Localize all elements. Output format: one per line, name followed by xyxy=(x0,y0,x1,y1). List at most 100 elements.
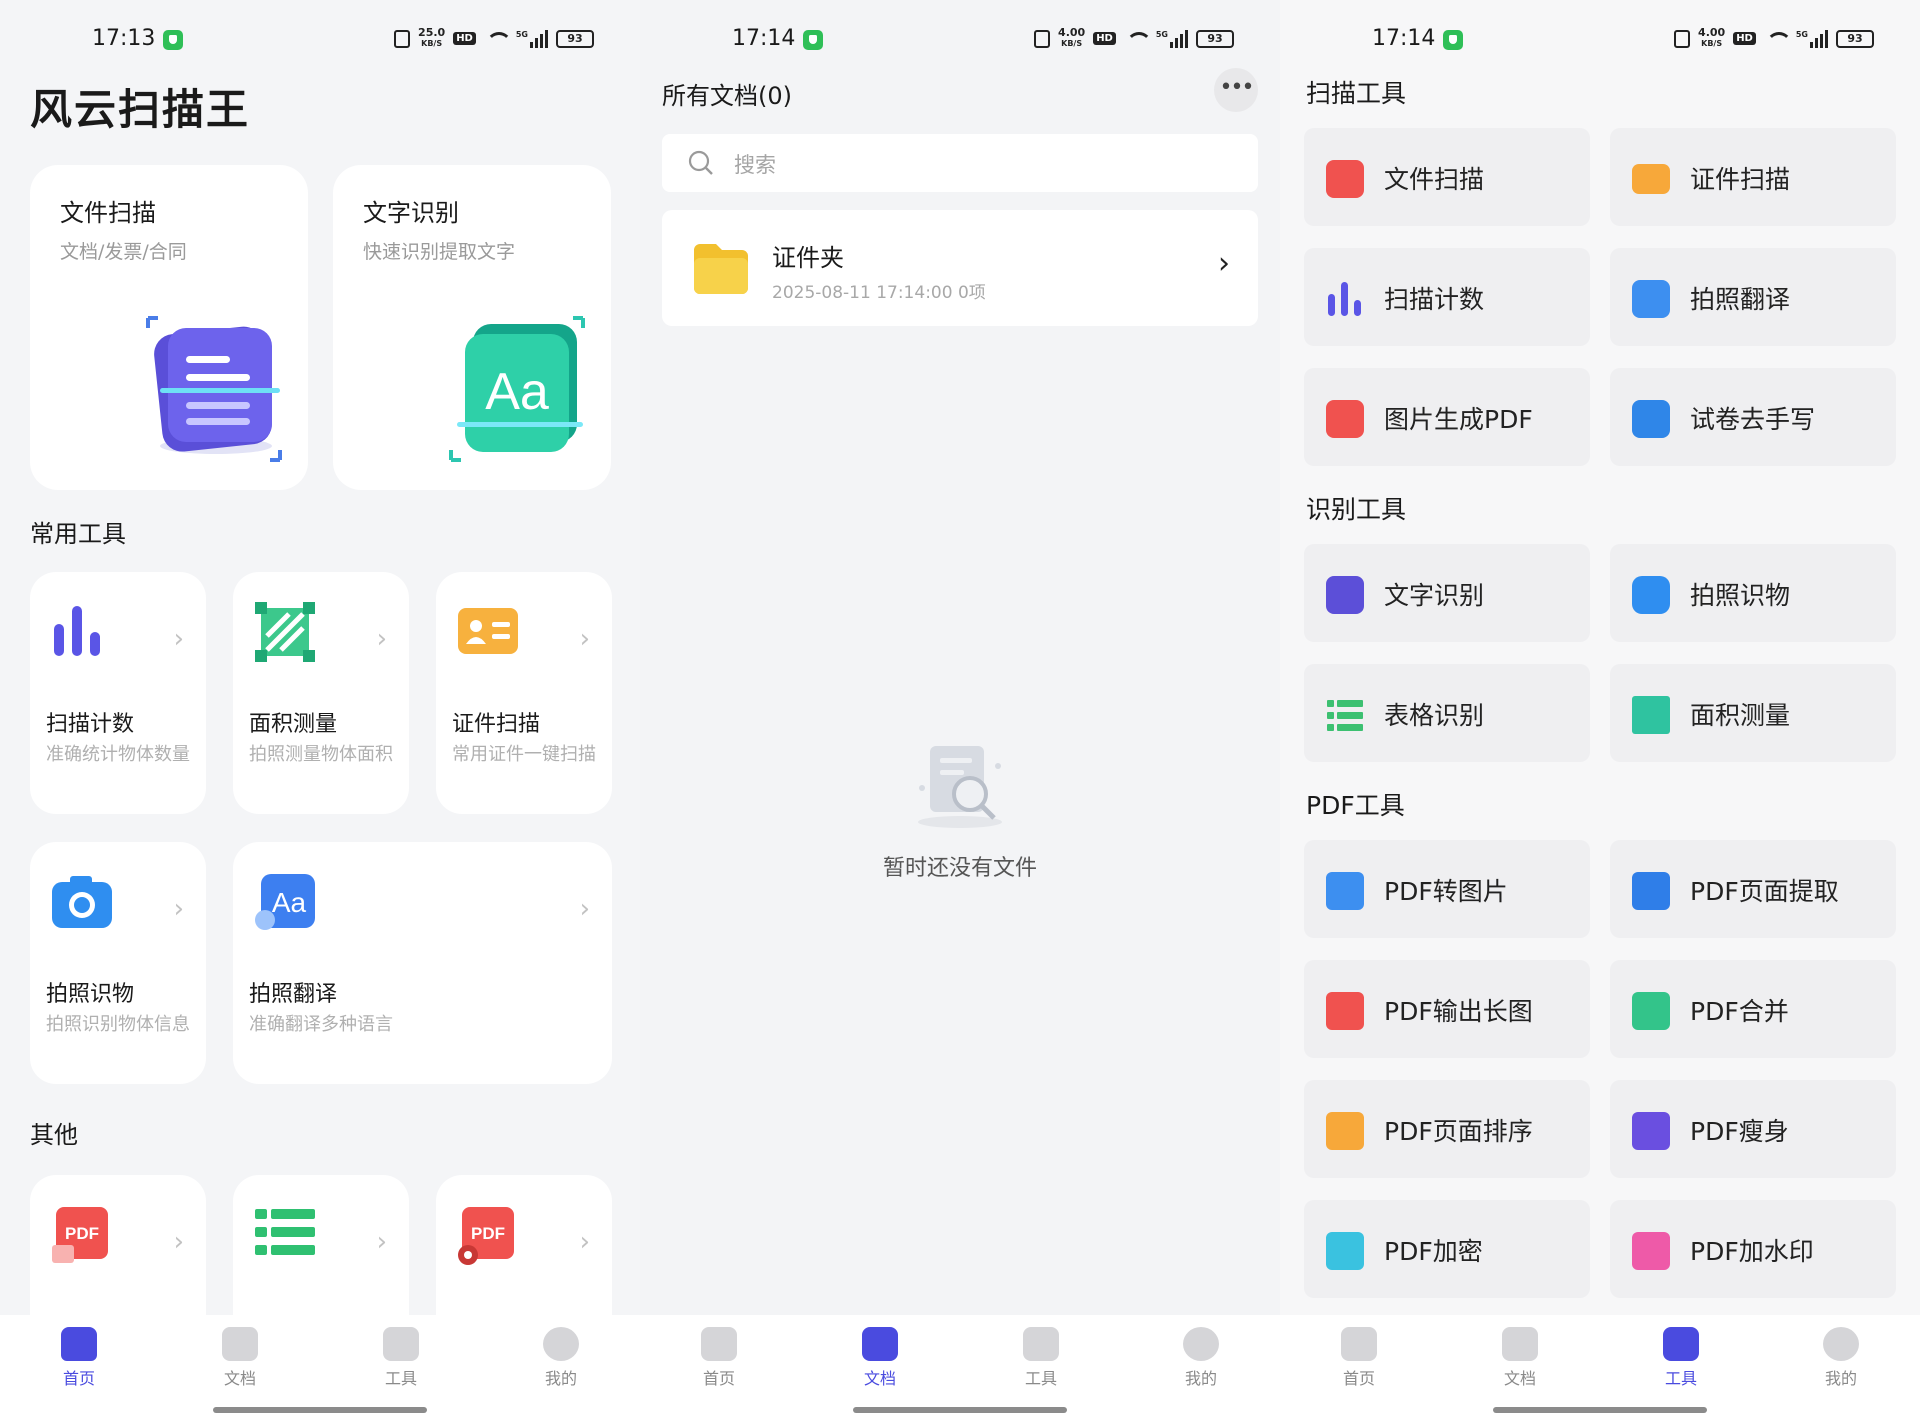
status-bar: 17:14 4.00 KB/S HD 5G 93 xyxy=(1280,0,1920,80)
bar-chart-icon xyxy=(54,606,100,656)
nav-tools[interactable]: 工具 xyxy=(356,1327,446,1389)
hero-title: 文件扫描 xyxy=(60,199,156,227)
nav-profile[interactable]: 我的 xyxy=(1796,1327,1886,1389)
home-icon xyxy=(1341,1327,1377,1361)
search-input[interactable]: 搜索 xyxy=(662,134,1258,192)
table-icon xyxy=(1327,700,1363,731)
folder-icon xyxy=(862,1327,898,1361)
hero-subtitle: 快速识别提取文字 xyxy=(363,241,516,263)
profile-icon xyxy=(1183,1327,1219,1361)
tool-table-recognition[interactable]: 表格识别 xyxy=(1304,664,1590,762)
hero-card-text-recognition[interactable]: 文字识别 快速识别提取文字 Aa xyxy=(333,165,611,490)
table-icon xyxy=(255,1209,315,1255)
id-card-icon xyxy=(458,608,518,654)
nav-docs[interactable]: 文档 xyxy=(1475,1327,1565,1389)
status-time: 17:14 xyxy=(1372,26,1436,51)
nav-docs[interactable]: 文档 xyxy=(835,1327,925,1389)
camera-icon xyxy=(1632,576,1670,614)
folder-name: 证件夹 xyxy=(772,244,844,272)
tool-area-measure[interactable]: 面积测量 xyxy=(1610,664,1896,762)
folder-item[interactable]: 证件夹 2025-08-11 17:14:00 0项 › xyxy=(662,210,1258,326)
vibrate-icon xyxy=(1034,29,1051,48)
tool-title: 拍照翻译 xyxy=(249,982,338,1007)
tool-scan-count[interactable]: 扫描计数 xyxy=(1304,248,1590,346)
gesture-bar xyxy=(213,1407,427,1413)
nav-tools[interactable]: 工具 xyxy=(996,1327,1086,1389)
tool-title: 面积测量 xyxy=(249,712,338,737)
svg-text:Aa: Aa xyxy=(485,363,549,421)
security-shield-icon xyxy=(163,30,183,50)
section-title-other: 其他 xyxy=(30,1121,78,1149)
nav-home[interactable]: 首页 xyxy=(674,1327,764,1389)
tools-icon xyxy=(1023,1327,1059,1361)
hero-card-doc-scan[interactable]: 文件扫描 文档/发票/合同 xyxy=(30,165,308,490)
translate-icon xyxy=(1632,280,1670,318)
status-time: 17:14 xyxy=(732,26,796,51)
svg-text:Aa: Aa xyxy=(272,887,307,918)
tool-pdf-long-image[interactable]: PDF输出长图 xyxy=(1304,960,1590,1058)
tool-pdf-merge[interactable]: PDF合并 xyxy=(1610,960,1896,1058)
pdf-to-image-icon xyxy=(1326,872,1364,910)
search-placeholder: 搜索 xyxy=(734,153,776,177)
folder-icon xyxy=(222,1327,258,1361)
tool-card-id-scan[interactable]: › 证件扫描 常用证件一键扫描 xyxy=(436,572,612,814)
wifi-icon xyxy=(1764,30,1792,48)
documents-screen: 17:14 4.00KB/S HD 5G 93 所有文档(0) ••• 搜索 xyxy=(640,0,1280,1423)
folder-icon xyxy=(694,244,748,294)
empty-state-text: 暂时还没有文件 xyxy=(882,856,1037,881)
search-icon xyxy=(688,150,713,175)
home-screen: 17:13 25.0 KB/S HD 5G 93 风云扫描王 文件扫描 文档/发票… xyxy=(0,0,640,1423)
hd-badge: HD xyxy=(1733,32,1756,45)
pdf-encrypt-icon xyxy=(1326,1232,1364,1270)
exam-icon xyxy=(1632,400,1670,438)
area-measure-icon xyxy=(1632,696,1670,734)
tools-icon xyxy=(1663,1327,1699,1361)
tool-image-to-pdf[interactable]: 图片生成PDF xyxy=(1304,368,1590,466)
nav-profile[interactable]: 我的 xyxy=(516,1327,606,1389)
home-icon xyxy=(61,1327,97,1361)
profile-icon xyxy=(1823,1327,1859,1361)
text-recognition-illustration-icon: Aa xyxy=(449,316,585,462)
tool-text-recognition[interactable]: 文字识别 xyxy=(1304,544,1590,642)
chevron-right-icon: › xyxy=(173,1227,184,1257)
tools-icon xyxy=(383,1327,419,1361)
tool-id-scan[interactable]: 证件扫描 xyxy=(1610,128,1896,226)
tool-title: 证件扫描 xyxy=(452,712,541,737)
more-options-button[interactable]: ••• xyxy=(1214,68,1258,112)
chevron-right-icon: › xyxy=(376,1227,387,1257)
gesture-bar xyxy=(1493,1407,1707,1413)
nav-docs[interactable]: 文档 xyxy=(195,1327,285,1389)
pdf-sort-icon xyxy=(1326,1112,1364,1150)
hero-subtitle: 文档/发票/合同 xyxy=(60,241,187,263)
tool-pdf-to-image[interactable]: PDF转图片 xyxy=(1304,840,1590,938)
tool-card-photo-identify[interactable]: › 拍照识物 拍照识别物体信息 xyxy=(30,842,206,1084)
pdf-long-image-icon xyxy=(1326,992,1364,1030)
tool-pdf-extract[interactable]: PDF页面提取 xyxy=(1610,840,1896,938)
svg-text:PDF: PDF xyxy=(65,1224,99,1243)
vibrate-icon xyxy=(1674,29,1691,48)
translate-icon: Aa xyxy=(255,874,315,930)
net-speed: 4.00 KB/S xyxy=(1698,26,1726,48)
nav-home[interactable]: 首页 xyxy=(1314,1327,1404,1389)
tool-photo-identify[interactable]: 拍照识物 xyxy=(1610,544,1896,642)
nav-tools[interactable]: 工具 xyxy=(1636,1327,1726,1389)
tool-doc-scan[interactable]: 文件扫描 xyxy=(1304,128,1590,226)
tool-pdf-compress[interactable]: PDF瘦身 xyxy=(1610,1080,1896,1178)
tool-card-area-measure[interactable]: › 面积测量 拍照测量物体面积 xyxy=(233,572,409,814)
doc-scan-icon xyxy=(1326,160,1364,198)
tool-card-scan-count[interactable]: › 扫描计数 准确统计物体数量 xyxy=(30,572,206,814)
tools-screen: 17:14 4.00 KB/S HD 5G 93 扫描工具 文件扫描 证件扫描 扫… xyxy=(1280,0,1920,1423)
tool-pdf-sort[interactable]: PDF页面排序 xyxy=(1304,1080,1590,1178)
tool-photo-translate[interactable]: 拍照翻译 xyxy=(1610,248,1896,346)
pdf-image-icon: PDF xyxy=(52,1207,108,1263)
tool-pdf-watermark[interactable]: PDF加水印 xyxy=(1610,1200,1896,1298)
nav-profile[interactable]: 我的 xyxy=(1156,1327,1246,1389)
status-time: 17:13 xyxy=(92,26,156,51)
tool-pdf-encrypt[interactable]: PDF加密 xyxy=(1304,1200,1590,1298)
tool-remove-handwriting[interactable]: 试卷去手写 xyxy=(1610,368,1896,466)
nav-home[interactable]: 首页 xyxy=(34,1327,124,1389)
tool-card-photo-translate[interactable]: Aa › 拍照翻译 准确翻译多种语言 xyxy=(233,842,612,1084)
section-title-pdf-tools: PDF工具 xyxy=(1306,791,1405,820)
chevron-right-icon: › xyxy=(579,624,590,654)
home-icon xyxy=(701,1327,737,1361)
